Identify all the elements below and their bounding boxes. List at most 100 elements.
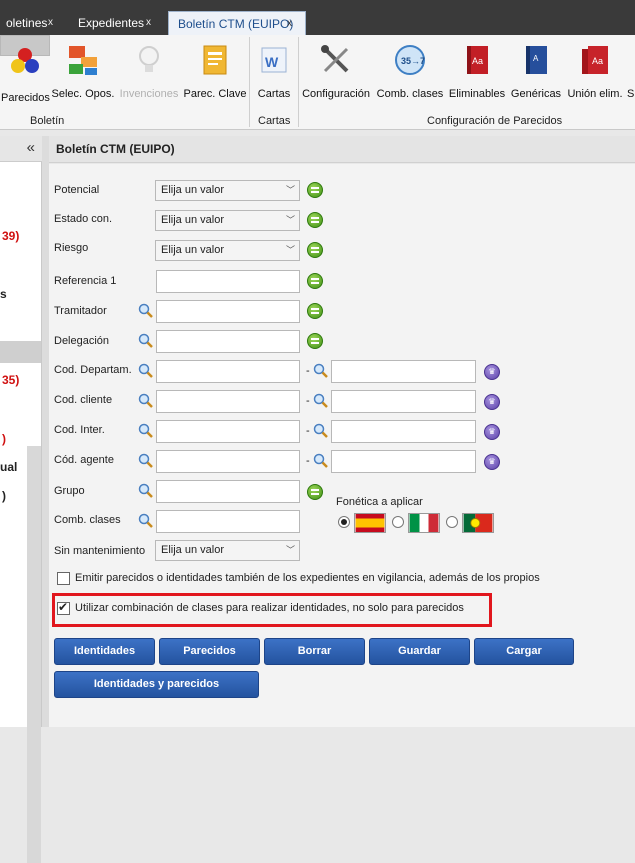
ribbon-label: Parec. Clave bbox=[183, 88, 247, 100]
italy-flag-icon bbox=[408, 513, 440, 533]
parecidos-button[interactable]: Parecidos bbox=[0, 35, 50, 104]
crown-icon[interactable]: ♛ bbox=[484, 454, 500, 470]
invenciones-button[interactable]: Invenciones bbox=[116, 35, 182, 111]
search-icon[interactable] bbox=[138, 423, 154, 439]
svg-text:A: A bbox=[533, 54, 539, 63]
cliente-to-input[interactable] bbox=[331, 390, 476, 413]
tab-expedientes[interactable]: Expedientes x bbox=[72, 11, 162, 35]
emitir-checkbox-label: Emitir parecidos o identidades también d… bbox=[75, 572, 540, 584]
configuracion-button[interactable]: Configuración bbox=[302, 35, 370, 111]
potencial-select[interactable]: Elija un valor ﹀ bbox=[155, 180, 300, 201]
collapse-panel-button[interactable]: « bbox=[0, 136, 42, 162]
list-options-icon[interactable] bbox=[307, 273, 323, 289]
left-panel: « 39) s 35) ) ual ) bbox=[0, 136, 42, 863]
fonetica-spain-radio[interactable] bbox=[338, 516, 350, 528]
list-options-icon[interactable] bbox=[307, 484, 323, 500]
estado-select[interactable]: Elija un valor ﹀ bbox=[155, 210, 300, 231]
red-books-icon: Aa bbox=[582, 46, 608, 74]
parec-clave-button[interactable]: Parec. Clave bbox=[183, 35, 247, 111]
search-icon[interactable] bbox=[138, 333, 154, 349]
tramitador-input[interactable] bbox=[156, 300, 300, 323]
referencia-input[interactable] bbox=[156, 270, 300, 293]
fonetica-italy-radio[interactable] bbox=[392, 516, 404, 528]
delegacion-input[interactable] bbox=[156, 330, 300, 353]
select-value: Elija un valor bbox=[161, 244, 224, 256]
list-options-icon[interactable] bbox=[307, 242, 323, 258]
fonetica-portugal-radio[interactable] bbox=[446, 516, 458, 528]
word-doc-icon: W bbox=[261, 47, 287, 73]
list-item-fragment[interactable]: ) bbox=[2, 489, 6, 503]
agente-to-input[interactable] bbox=[331, 450, 476, 473]
list-options-icon[interactable] bbox=[307, 333, 323, 349]
list-item-fragment[interactable]: ) bbox=[2, 432, 6, 446]
ribbon-overflow-button[interactable]: S bbox=[627, 35, 635, 111]
close-tab-icon[interactable]: x bbox=[287, 12, 292, 36]
close-tab-icon[interactable]: x bbox=[146, 11, 151, 35]
crown-icon[interactable]: ♛ bbox=[484, 394, 500, 410]
search-icon[interactable] bbox=[313, 393, 329, 409]
spain-flag-icon bbox=[354, 513, 386, 533]
guardar-button[interactable]: Guardar bbox=[369, 638, 470, 665]
close-tab-icon[interactable]: x bbox=[48, 11, 53, 35]
search-icon[interactable] bbox=[313, 423, 329, 439]
union-elim-button[interactable]: Aa Unión elim. bbox=[565, 35, 625, 111]
comb-clases-label: Comb. clases bbox=[54, 514, 121, 526]
identidades-button[interactable]: Identidades bbox=[54, 638, 155, 665]
ribbon-label: Selec. Opos. bbox=[51, 88, 115, 100]
chevron-down-icon: ﹀ bbox=[285, 185, 295, 195]
tab-strip: oletines x Expedientes x Boletín CTM (EU… bbox=[0, 0, 635, 35]
search-icon[interactable] bbox=[313, 453, 329, 469]
genericas-button[interactable]: A Genéricas bbox=[509, 35, 563, 111]
splitter[interactable] bbox=[42, 136, 49, 727]
list-options-icon[interactable] bbox=[307, 182, 323, 198]
list-options-icon[interactable] bbox=[307, 212, 323, 228]
tab-boletin-ctm[interactable]: Boletín CTM (EUIPO) x bbox=[168, 11, 306, 35]
search-icon[interactable] bbox=[138, 513, 154, 529]
search-icon[interactable] bbox=[138, 393, 154, 409]
cartas-button[interactable]: W Cartas bbox=[252, 35, 296, 111]
chevron-down-icon: ﹀ bbox=[285, 545, 295, 555]
agente-from-input[interactable] bbox=[156, 450, 300, 473]
departam-to-input[interactable] bbox=[331, 360, 476, 383]
departam-from-input[interactable] bbox=[156, 360, 300, 383]
list-item-fragment[interactable]: 35) bbox=[2, 373, 19, 387]
parecidos-search-button[interactable]: Parecidos bbox=[159, 638, 260, 665]
cargar-button[interactable]: Cargar bbox=[474, 638, 574, 665]
grupo-input[interactable] bbox=[156, 480, 300, 503]
inter-to-input[interactable] bbox=[331, 420, 476, 443]
list-options-icon[interactable] bbox=[307, 303, 323, 319]
riesgo-select[interactable]: Elija un valor ﹀ bbox=[155, 240, 300, 261]
left-scrollbar[interactable] bbox=[27, 446, 41, 863]
select-value: Elija un valor bbox=[161, 214, 224, 226]
combinacion-clases-checkbox[interactable] bbox=[57, 600, 70, 615]
crown-icon[interactable]: ♛ bbox=[484, 424, 500, 440]
dots-icon bbox=[11, 48, 39, 73]
search-icon[interactable] bbox=[138, 303, 154, 319]
emitir-checkbox[interactable] bbox=[57, 572, 70, 585]
ribbon-label: Comb. clases bbox=[376, 88, 444, 100]
sin-mantenimiento-select[interactable]: Elija un valor ﹀ bbox=[155, 540, 300, 561]
list-item-fragment[interactable]: 39) bbox=[2, 229, 19, 243]
comb-clases-input[interactable] bbox=[156, 510, 300, 533]
borrar-button[interactable]: Borrar bbox=[264, 638, 365, 665]
crown-icon[interactable]: ♛ bbox=[484, 364, 500, 380]
key-card-icon bbox=[203, 45, 227, 75]
selec-opos-button[interactable]: Selec. Opos. bbox=[51, 35, 115, 111]
list-item-fragment[interactable]: ual bbox=[0, 460, 17, 474]
cliente-from-input[interactable] bbox=[156, 390, 300, 413]
search-icon[interactable] bbox=[313, 363, 329, 379]
comb-clases-button[interactable]: 35→7 Comb. clases bbox=[376, 35, 444, 111]
eliminables-button[interactable]: Aa Eliminables bbox=[447, 35, 507, 111]
search-icon[interactable] bbox=[138, 363, 154, 379]
group-label-configuracion: Configuración de Parecidos bbox=[427, 115, 563, 127]
tab-boletines[interactable]: oletines x bbox=[0, 11, 64, 35]
identidades-y-parecidos-button[interactable]: Identidades y parecidos bbox=[54, 671, 259, 698]
selected-row[interactable] bbox=[0, 341, 41, 363]
cliente-label: Cod. cliente bbox=[54, 394, 113, 406]
departam-label: Cod. Departam. bbox=[54, 364, 132, 376]
search-icon[interactable] bbox=[138, 453, 154, 469]
inter-from-input[interactable] bbox=[156, 420, 300, 443]
search-icon[interactable] bbox=[138, 483, 154, 499]
ribbon-label: Unión elim. bbox=[567, 88, 623, 100]
list-item-fragment[interactable]: s bbox=[0, 287, 7, 301]
